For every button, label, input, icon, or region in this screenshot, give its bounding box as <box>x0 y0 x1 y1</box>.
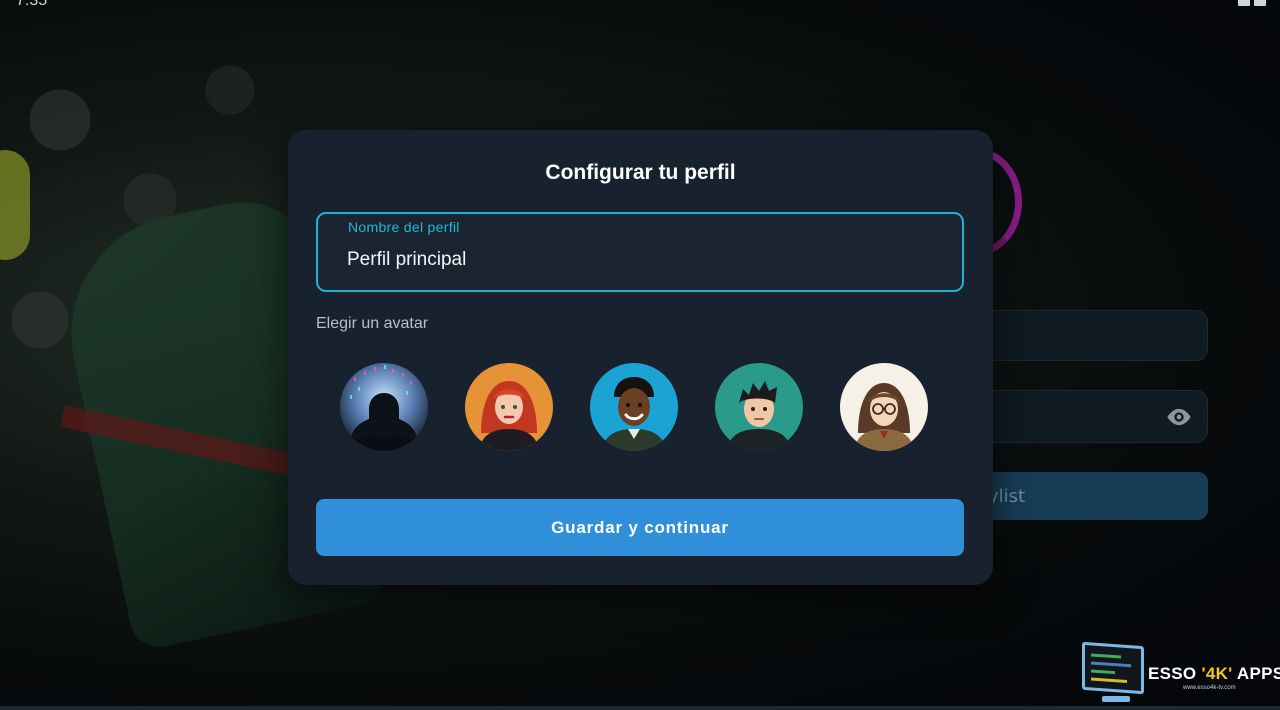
watermark-brand-prefix: ESSO <box>1148 664 1197 683</box>
monitor-stand <box>1102 696 1130 702</box>
profile-name-label: Nombre del perfil <box>348 219 460 235</box>
smiling-man-icon <box>590 363 678 451</box>
avatar-option-hooded-figure[interactable] <box>340 363 428 451</box>
avatar-picker <box>340 363 930 451</box>
avatar-option-smiling-man[interactable] <box>590 363 678 451</box>
avatar-option-glasses-girl[interactable] <box>840 363 928 451</box>
avatar-option-spiky-hair-boy[interactable] <box>715 363 803 451</box>
background-playlist-button: ylist <box>960 472 1208 520</box>
profile-name-input[interactable] <box>347 246 927 274</box>
dialog-title: Configurar tu perfil <box>545 161 736 184</box>
bottom-border <box>0 706 1280 710</box>
avatar-heading: Elegir un avatar <box>316 315 429 332</box>
eye-icon <box>1167 408 1191 426</box>
watermark-brand-highlight: '4K' <box>1201 664 1233 683</box>
profile-name-field[interactable]: Nombre del perfil <box>316 212 964 292</box>
background-playlist-label: ylist <box>988 485 1026 507</box>
save-and-continue-button[interactable]: Guardar y continuar <box>316 499 964 556</box>
profile-setup-dialog: Configurar tu perfil Nombre del perfil E… <box>288 130 993 585</box>
watermark-url: www.esso4k-tv.com <box>1183 685 1236 691</box>
avatar-option-red-hair-woman[interactable] <box>465 363 553 451</box>
monitor-icon <box>1082 641 1144 695</box>
background-username-field <box>960 310 1208 361</box>
status-bar: 7:35 <box>0 0 1280 12</box>
player-yellow-kit-image <box>0 150 30 260</box>
status-time: 7:35 <box>16 0 48 9</box>
status-icons <box>1238 0 1266 6</box>
glasses-girl-icon <box>840 363 928 451</box>
hooded-figure-icon <box>340 363 428 451</box>
watermark-brand-suffix: APPS <box>1236 664 1280 683</box>
battery-icon <box>1254 0 1266 6</box>
spiky-hair-boy-icon <box>715 363 803 451</box>
red-hair-woman-icon <box>465 363 553 451</box>
wifi-icon <box>1238 0 1250 6</box>
watermark-brand: ESSO '4K' APPS <box>1148 664 1280 684</box>
watermark-logo: ESSO '4K' APPS www.esso4k-tv.com <box>1080 641 1280 710</box>
